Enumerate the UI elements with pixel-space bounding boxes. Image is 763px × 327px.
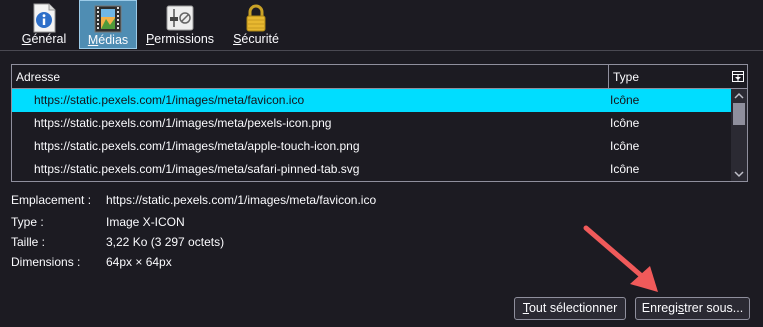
table-row[interactable]: https://static.pexels.com/1/images/meta/…	[12, 135, 731, 158]
media-image-icon	[94, 5, 122, 33]
vertical-scrollbar[interactable]	[731, 89, 747, 181]
row-address: https://static.pexels.com/1/images/meta/…	[34, 162, 360, 176]
tab-general-label: Général	[21, 32, 67, 46]
security-lock-icon	[246, 4, 266, 32]
location-value: https://static.pexels.com/1/images/meta/…	[106, 193, 377, 207]
info-icon	[33, 3, 56, 33]
tab-permissions[interactable]: Permissions	[141, 0, 219, 49]
row-address: https://static.pexels.com/1/images/meta/…	[34, 139, 360, 153]
toolbar: Général Médias Permissions Sécurité	[0, 0, 763, 50]
table-row[interactable]: https://static.pexels.com/1/images/meta/…	[12, 158, 731, 181]
row-type: Icône	[610, 139, 640, 153]
dimensions-label: Dimensions :	[11, 255, 81, 269]
size-value: 3,22 Ko (3 297 octets)	[106, 235, 225, 249]
media-table[interactable]: Adresse Type https://static.pexels.com/1…	[11, 64, 748, 182]
save-as-button[interactable]: Enregistrer sous...	[635, 297, 750, 320]
permissions-sliders-icon	[166, 5, 194, 31]
size-label: Taille :	[11, 235, 46, 249]
row-type: Icône	[610, 116, 640, 130]
row-address: https://static.pexels.com/1/images/meta/…	[34, 93, 305, 107]
row-type: Icône	[610, 162, 640, 176]
column-picker-icon[interactable]	[731, 68, 745, 85]
tab-general[interactable]: Général	[13, 0, 75, 49]
table-row[interactable]: https://static.pexels.com/1/images/meta/…	[12, 89, 731, 112]
select-all-button[interactable]: Tout sélectionner	[514, 297, 626, 320]
table-row[interactable]: https://static.pexels.com/1/images/meta/…	[12, 112, 731, 135]
row-address: https://static.pexels.com/1/images/meta/…	[34, 116, 332, 130]
annotation-arrow-icon	[583, 225, 658, 292]
scrollbar-thumb[interactable]	[733, 103, 745, 125]
chevron-down-icon[interactable]	[733, 168, 745, 180]
table-header: Adresse Type	[12, 65, 747, 89]
chevron-up-icon[interactable]	[733, 90, 745, 102]
toolbar-divider	[0, 50, 763, 51]
tab-security-label: Sécurité	[233, 32, 279, 46]
tab-media-label: Médias	[87, 33, 129, 47]
column-header-address[interactable]: Adresse	[16, 70, 60, 84]
column-divider[interactable]	[608, 65, 609, 88]
type-label: Type :	[11, 215, 44, 229]
tab-security[interactable]: Sécurité	[226, 0, 286, 49]
column-header-type[interactable]: Type	[613, 70, 639, 84]
tab-media[interactable]: Médias	[79, 0, 137, 49]
dimensions-value: 64px × 64px	[106, 255, 172, 269]
type-value: Image X-ICON	[106, 215, 185, 229]
location-label: Emplacement :	[11, 193, 92, 207]
tab-permissions-label: Permissions	[145, 32, 215, 46]
row-type: Icône	[610, 93, 640, 107]
